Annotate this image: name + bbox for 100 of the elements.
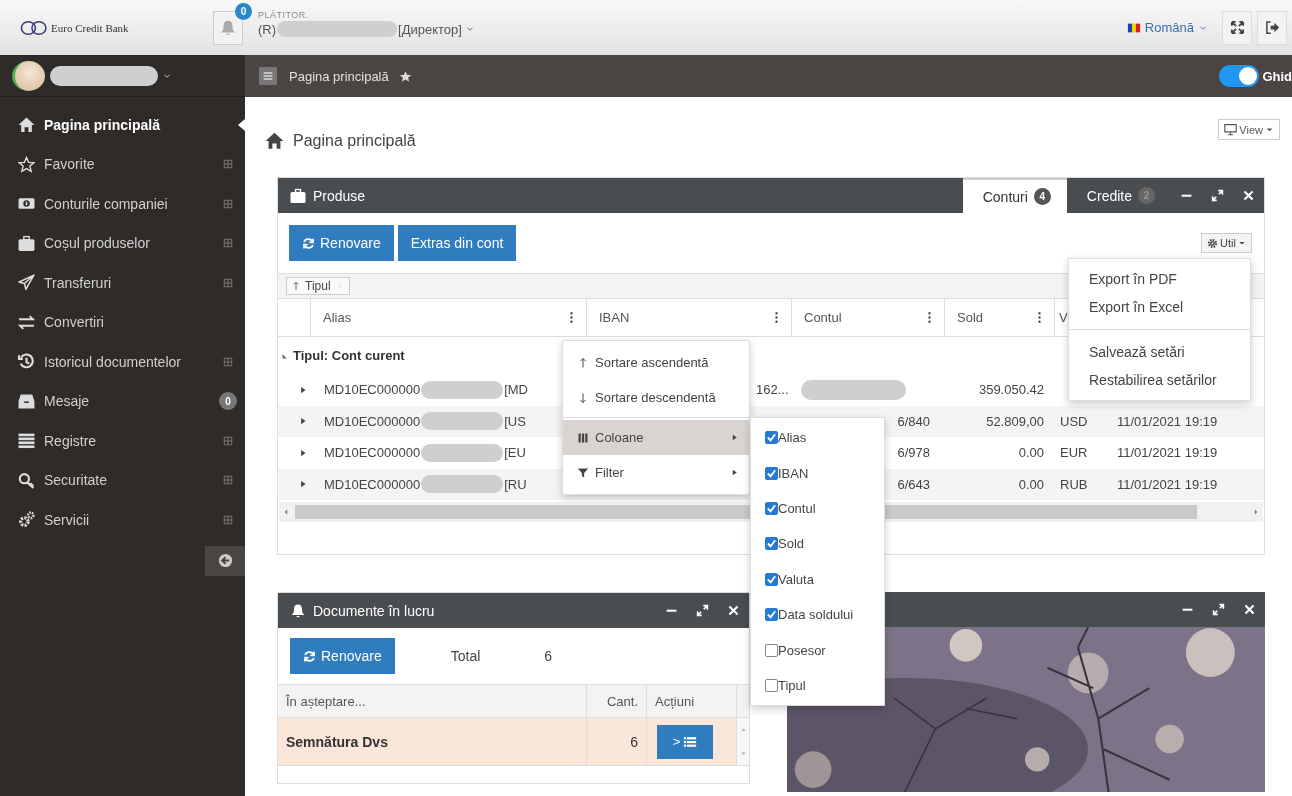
column-toggle-item[interactable]: Data soldului xyxy=(751,596,884,633)
briefcase-icon xyxy=(290,187,306,204)
menu-item-icon xyxy=(18,353,35,371)
expand-icon xyxy=(223,277,233,288)
table-cell: 0.00 xyxy=(1018,476,1044,492)
vertical-scrollbar[interactable] xyxy=(736,718,749,765)
column-toggle-item[interactable]: Valuta xyxy=(751,561,884,597)
statement-button[interactable]: Extras din cont xyxy=(397,225,517,261)
collapse-sidebar-button[interactable] xyxy=(205,545,245,576)
expand-icon xyxy=(223,198,233,209)
group-label: Tipul: Cont curent xyxy=(293,348,405,363)
checkbox[interactable] xyxy=(765,643,778,657)
column-toggle-item[interactable]: Contul xyxy=(751,490,884,527)
home-icon xyxy=(265,131,284,150)
list-icon xyxy=(683,734,698,749)
column-header[interactable]: Alias xyxy=(323,310,352,325)
expand-icon xyxy=(223,475,233,486)
table-cell: [US xyxy=(504,413,526,429)
count-badge: 0 xyxy=(219,392,237,411)
open-button[interactable]: > xyxy=(657,724,713,759)
guide-label: Ghid xyxy=(1262,68,1292,84)
expand-icon xyxy=(223,238,233,249)
sidebar-item[interactable]: Servicii xyxy=(0,500,245,540)
table-cell: 162... xyxy=(756,382,789,398)
expand-row-icon xyxy=(298,479,308,490)
sidebar-item[interactable]: Securitate xyxy=(0,460,245,500)
group-chip[interactable]: Tipul xyxy=(286,277,350,295)
column-toggle-item[interactable]: Tipul xyxy=(751,667,884,704)
panel-title: Produse xyxy=(313,187,366,204)
menu-item[interactable]: Coloane xyxy=(563,420,749,455)
checkbox[interactable] xyxy=(765,678,778,692)
checkbox[interactable] xyxy=(765,537,778,551)
sidebar-item[interactable]: Mesaje 0 xyxy=(0,381,245,421)
table-cell: 6/840 xyxy=(897,413,930,429)
language-selector[interactable]: Română xyxy=(1126,20,1208,35)
sidebar-item[interactable]: Convertiri xyxy=(0,302,245,342)
logout-button[interactable] xyxy=(1257,10,1287,45)
sidebar-item[interactable]: Coșul produselor xyxy=(0,223,245,263)
menu-item[interactable]: Salvează setări xyxy=(1069,338,1250,366)
bell-icon xyxy=(290,602,306,619)
notifications-button[interactable] xyxy=(213,10,243,45)
checkbox[interactable] xyxy=(765,608,778,622)
menu-button[interactable] xyxy=(259,67,277,85)
refresh-button[interactable]: Renovare xyxy=(290,638,395,674)
menu-item[interactable]: Restabilirea setărilor xyxy=(1069,366,1250,394)
guide-toggle[interactable] xyxy=(1219,65,1260,87)
menu-item-icon xyxy=(18,313,35,331)
menu-item[interactable]: Export în Excel xyxy=(1069,293,1250,321)
refresh-icon xyxy=(302,236,315,250)
fullscreen-button[interactable] xyxy=(1222,10,1252,45)
sidebar-item[interactable]: Transferuri xyxy=(0,263,245,303)
table-cell: 6 xyxy=(630,733,638,750)
sidebar-item[interactable]: Pagina principală xyxy=(0,105,245,145)
sidebar-item[interactable]: Favorite xyxy=(0,144,245,184)
menu-item[interactable]: Filter xyxy=(563,455,749,490)
refresh-button[interactable]: Renovare xyxy=(289,225,394,261)
tab[interactable]: Conturi 4 xyxy=(962,178,1067,213)
table-cell: MD10EC000000 xyxy=(324,382,421,398)
column-toggle-item[interactable]: Sold xyxy=(751,526,884,562)
view-button[interactable]: View xyxy=(1218,119,1280,140)
sidebar-item[interactable]: Registre xyxy=(0,421,245,461)
sidebar-item[interactable]: Istoricul documentelor xyxy=(0,342,245,382)
table-cell: 11/01/2021 19:19 xyxy=(1117,476,1218,492)
sidebar-item[interactable]: Conturile companiei xyxy=(0,184,245,224)
caret-icon xyxy=(1238,239,1246,247)
util-button[interactable]: Util xyxy=(1201,233,1252,253)
menu-item[interactable]: Export în PDF xyxy=(1069,265,1250,293)
column-header[interactable]: IBAN xyxy=(599,310,630,325)
table-cell: 359.050.42 xyxy=(978,382,1044,398)
caret-icon xyxy=(1265,125,1274,134)
notification-badge: 0 xyxy=(235,2,252,20)
sort-icon xyxy=(577,356,589,369)
column-header[interactable]: Contul xyxy=(804,310,842,325)
favorite-button[interactable] xyxy=(398,69,412,83)
gear-icon xyxy=(1207,237,1219,249)
column-header[interactable]: Sold xyxy=(957,310,984,325)
menu-item-icon xyxy=(18,274,35,292)
submenu-arrow-icon xyxy=(730,468,739,477)
table-cell: MD10EC000000 xyxy=(324,476,421,492)
checkbox[interactable] xyxy=(765,431,778,445)
filter-icon xyxy=(577,466,589,479)
menu-item[interactable]: Sortare ascendentă xyxy=(563,345,749,380)
table-cell: 11/01/2021 19:19 xyxy=(1117,445,1218,461)
checkbox[interactable] xyxy=(765,572,778,586)
column-toggle-item[interactable]: IBAN xyxy=(751,455,884,491)
expand-row-icon xyxy=(298,384,308,395)
menu-item[interactable]: Sortare descendentă xyxy=(563,380,749,415)
payer-selector[interactable]: [Директор] xyxy=(398,21,475,37)
bank-name: Euro Credit Bank xyxy=(51,21,129,34)
expand-row-icon xyxy=(298,447,308,458)
table-cell: MD10EC000000 xyxy=(324,445,421,461)
column-toggle-item[interactable]: Posesor xyxy=(751,632,884,668)
checkbox[interactable] xyxy=(765,501,778,515)
column-toggle-item[interactable]: Alias xyxy=(751,420,884,456)
expand-icon xyxy=(223,435,233,446)
column-header[interactable]: V xyxy=(1059,310,1068,325)
menu-item-icon xyxy=(18,392,35,410)
menu-item-icon xyxy=(18,116,35,134)
table-cell: 52.809,00 xyxy=(986,413,1044,429)
checkbox[interactable] xyxy=(765,466,778,480)
